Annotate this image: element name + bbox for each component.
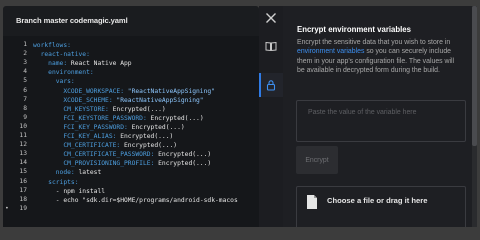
code-token: scripts: bbox=[33, 178, 79, 186]
code-token: environment: bbox=[33, 69, 94, 77]
code-line: CM_PROVISIONING_PROFILE: Encrypted(...) bbox=[33, 159, 211, 168]
code-token: latest bbox=[78, 169, 102, 177]
code-line: node: latest bbox=[33, 168, 102, 177]
environment-variables-link[interactable]: environment variables bbox=[297, 48, 364, 55]
code-token: workflows: bbox=[33, 42, 71, 49]
code-token: vars: bbox=[33, 78, 75, 86]
code-line: - echo "sdk.dir=$HOME/programs/android-s… bbox=[33, 196, 238, 205]
code-line: react-native: bbox=[33, 50, 90, 59]
line-number: 17 bbox=[19, 186, 27, 194]
code-token: CM_CERTIFICATE: bbox=[33, 142, 124, 150]
code-token: CM_KEYSTORE: bbox=[33, 105, 113, 113]
code-token: Encrypted(...) bbox=[112, 105, 166, 113]
line-number: 13 bbox=[19, 150, 27, 158]
line-number: 12 bbox=[19, 141, 27, 149]
code-token: CM_PROVISIONING_PROFILE: bbox=[33, 160, 159, 168]
code-line: - npm install bbox=[33, 187, 105, 196]
code-token: echo "sdk.dir=$HOME/programs/android-sdk… bbox=[63, 196, 238, 204]
close-button[interactable] bbox=[259, 6, 283, 30]
encrypt-button[interactable]: Encrypt bbox=[296, 146, 338, 174]
active-indicator bbox=[259, 73, 261, 97]
code-token: node: bbox=[33, 169, 79, 177]
code-token: Encrypted(...) bbox=[150, 114, 204, 122]
panel-scrollbar-thumb[interactable] bbox=[472, 6, 477, 146]
line-gutter: 1 2 3 4 5 6 7 8 9 10 11 12 13 14 15 16 17 18 19 • bbox=[3, 36, 29, 227]
code-token: - bbox=[33, 196, 64, 204]
line-number: 7 bbox=[23, 95, 27, 103]
code-token: React Native App bbox=[70, 60, 132, 68]
code-token: Encrypted(...) bbox=[120, 133, 174, 140]
panel-title: Encrypt environment variables bbox=[297, 25, 411, 34]
cursor-bullet: • bbox=[5, 204, 9, 212]
variable-value-placeholder: Paste the value of the variable here bbox=[308, 109, 417, 116]
code-line: CM_CERTIFICATE_PASSWORD: Encrypted(...) bbox=[33, 150, 211, 159]
line-number: 5 bbox=[23, 77, 27, 85]
line-number: 19 bbox=[19, 204, 27, 212]
code-token: "ReactNativeAppSigning" bbox=[116, 96, 204, 104]
file-drop-label: Choose a file or drag it here bbox=[327, 196, 428, 205]
code-token: FCI_KEY_PASSWORD: bbox=[33, 123, 132, 131]
code-token: "ReactNativeAppSigning" bbox=[127, 87, 215, 95]
line-number: 3 bbox=[23, 59, 27, 67]
code-token: Encrypted(...) bbox=[124, 142, 178, 150]
line-number: 2 bbox=[23, 50, 27, 58]
code-line: vars: bbox=[33, 77, 75, 86]
code-line: XCODE_SCHEME: "ReactNativeAppSigning" bbox=[33, 96, 204, 105]
code-token: name: bbox=[33, 60, 71, 68]
encrypt-panel: Encrypt environment variables Encrypt th… bbox=[283, 6, 472, 227]
line-number: 8 bbox=[23, 104, 27, 112]
encrypt-variables-button[interactable] bbox=[259, 73, 283, 97]
code-line: FCI_KEY_ALIAS: Encrypted(...) bbox=[33, 132, 173, 141]
lock-icon bbox=[266, 80, 276, 91]
code-token: CM_CERTIFICATE_PASSWORD: bbox=[33, 151, 159, 159]
line-number: 4 bbox=[23, 68, 27, 76]
line-number: 14 bbox=[19, 159, 27, 167]
code-line: workflows: bbox=[33, 41, 71, 50]
side-toolbar bbox=[259, 6, 283, 227]
line-number: 18 bbox=[19, 195, 27, 203]
code-token: Encrypted(...) bbox=[158, 151, 212, 159]
code-line: XCODE_WORKSPACE: "ReactNativeAppSigning" bbox=[33, 87, 215, 96]
editor-title: Branch master codemagic.yaml bbox=[16, 16, 128, 25]
file-drop-zone[interactable]: Choose a file or drag it here bbox=[296, 186, 466, 227]
code-token: Encrypted(...) bbox=[158, 160, 212, 168]
line-number: 10 bbox=[19, 122, 27, 130]
docs-button[interactable] bbox=[259, 34, 283, 58]
code-line: environment: bbox=[33, 68, 94, 77]
panel-scrollbar[interactable] bbox=[472, 6, 477, 227]
code-line: FCI_KEY_PASSWORD: Encrypted(...) bbox=[33, 123, 185, 132]
code-token: XCODE_SCHEME: bbox=[33, 96, 117, 104]
code-token: FCI_KEY_ALIAS: bbox=[33, 133, 121, 140]
code-token: - bbox=[33, 187, 64, 195]
code-line: scripts: bbox=[33, 178, 79, 187]
code-line: CM_KEYSTORE: Encrypted(...) bbox=[33, 105, 166, 114]
book-icon bbox=[265, 41, 277, 52]
code-token: npm install bbox=[63, 187, 106, 195]
code-token: Encrypted(...) bbox=[131, 123, 185, 131]
close-icon bbox=[266, 13, 276, 23]
editor-panel: Branch master codemagic.yaml 1 2 3 4 5 6 7 8 9 10… bbox=[3, 6, 259, 227]
variable-value-input[interactable]: Paste the value of the variable here bbox=[296, 100, 466, 142]
code-token: react-native: bbox=[33, 51, 90, 59]
line-number: 6 bbox=[23, 86, 27, 94]
line-number: 1 bbox=[23, 41, 27, 48]
code-line: FCI_KEYSTORE_PASSWORD: Encrypted(...) bbox=[33, 114, 204, 123]
line-number: 16 bbox=[19, 177, 27, 185]
file-icon bbox=[307, 195, 317, 209]
code-token: FCI_KEYSTORE_PASSWORD: bbox=[33, 114, 151, 122]
code-line: name: React Native App bbox=[33, 59, 132, 68]
code-token: XCODE_WORKSPACE: bbox=[33, 87, 128, 95]
code-line: CM_CERTIFICATE: Encrypted(...) bbox=[33, 141, 177, 150]
line-number: 9 bbox=[23, 113, 27, 121]
description-text: Encrypt the sensitive data that you wish… bbox=[297, 39, 451, 46]
panel-description: Encrypt the sensitive data that you wish… bbox=[297, 38, 461, 75]
line-number: 11 bbox=[19, 132, 27, 139]
line-number: 15 bbox=[19, 168, 27, 176]
code-editor[interactable]: 1 2 3 4 5 6 7 8 9 10 11 12 13 14 15 16 17 18 19 • workflows… bbox=[3, 36, 259, 227]
